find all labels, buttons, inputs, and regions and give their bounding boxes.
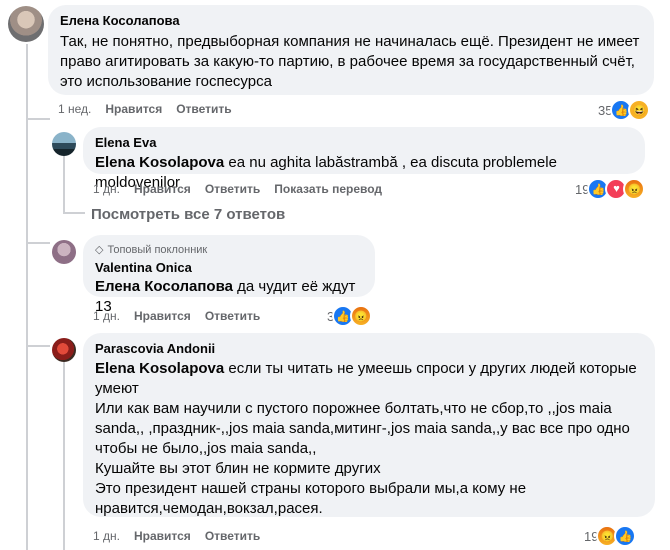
reply-button[interactable]: Ответить xyxy=(205,181,260,197)
angry-icon: 😠 xyxy=(350,305,373,327)
comment-body: если ты читать не умеешь спроси у других… xyxy=(95,360,637,517)
badge-label: Топовый поклонник xyxy=(107,244,208,256)
comment-time[interactable]: 1 дн. xyxy=(93,308,120,324)
comment-author[interactable]: Parascovia Andonii xyxy=(95,341,643,357)
comment-author[interactable]: Елена Косолапова xyxy=(60,13,642,29)
haha-icon: 😆 xyxy=(628,99,651,121)
like-icon: 👍 xyxy=(614,525,637,547)
reaction-summary[interactable]: 19 👍 ♥ 😠 xyxy=(575,178,646,200)
avatar[interactable] xyxy=(52,338,76,362)
like-button[interactable]: Нравится xyxy=(134,308,191,324)
comment-author[interactable]: Valentina Onica xyxy=(95,260,363,276)
comment-actions: 1 дн. Нравится Ответить xyxy=(93,528,260,544)
diamond-icon: ◇ xyxy=(95,244,104,256)
reply-button[interactable]: Ответить xyxy=(205,528,260,544)
avatar[interactable] xyxy=(52,240,76,264)
show-translation-button[interactable]: Показать перевод xyxy=(274,181,382,197)
comment-bubble: Елена Косолапова Так, не понятно, предвы… xyxy=(48,5,654,95)
comment-bubble: Parascovia Andonii Elena Kosolapova если… xyxy=(83,333,655,517)
reaction-summary[interactable]: 35 👍 😆 xyxy=(598,99,651,121)
thread-line-branch-3 xyxy=(26,345,50,347)
comment-bubble: Elena Eva Elena Kosolapova ea nu aghita … xyxy=(83,127,645,191)
reply-button[interactable]: Ответить xyxy=(205,308,260,324)
comment-actions: 1 дн. Нравится Ответить Показать перевод xyxy=(93,181,382,197)
mention-link[interactable]: Elena Kosolapova xyxy=(95,154,224,171)
thread-line-sub-2 xyxy=(63,362,65,550)
reaction-summary[interactable]: 19 😠 👍 xyxy=(584,525,637,547)
reply-button[interactable]: Ответить xyxy=(176,101,231,117)
reaction-summary[interactable]: 3 👍 😠 xyxy=(327,305,373,327)
avatar[interactable] xyxy=(8,6,44,42)
angry-icon: 😠 xyxy=(623,178,646,200)
mention-link[interactable]: Elena Kosolapova xyxy=(95,360,224,377)
thread-line-sub-hook xyxy=(63,212,85,214)
top-fan-badge: ◇ Топовый поклонник xyxy=(95,243,363,258)
comment-time[interactable]: 1 дн. xyxy=(93,181,120,197)
comment-text: Так, не понятно, предвыборная компания н… xyxy=(60,33,640,90)
comment-author[interactable]: Elena Eva xyxy=(95,135,633,151)
comment-time[interactable]: 1 дн. xyxy=(93,528,120,544)
comment-actions: 1 дн. Нравится Ответить xyxy=(93,308,260,324)
like-button[interactable]: Нравится xyxy=(134,181,191,197)
like-button[interactable]: Нравится xyxy=(105,101,162,117)
comment-actions: 1 нед. Нравится Ответить xyxy=(58,101,232,117)
view-replies-link[interactable]: Посмотреть все 7 ответов xyxy=(91,206,285,223)
thread-line-branch-2 xyxy=(26,242,50,244)
comment-time[interactable]: 1 нед. xyxy=(58,101,91,117)
thread-line-sub xyxy=(63,156,65,214)
like-button[interactable]: Нравится xyxy=(134,528,191,544)
thread-line-branch-1 xyxy=(26,118,50,120)
comment-bubble: ◇ Топовый поклонник Valentina Onica Елен… xyxy=(83,235,375,315)
mention-link[interactable]: Елена Косолапова xyxy=(95,278,233,295)
comment-text: Elena Kosolapova если ты читать не умееш… xyxy=(95,359,643,519)
avatar[interactable] xyxy=(52,132,76,156)
